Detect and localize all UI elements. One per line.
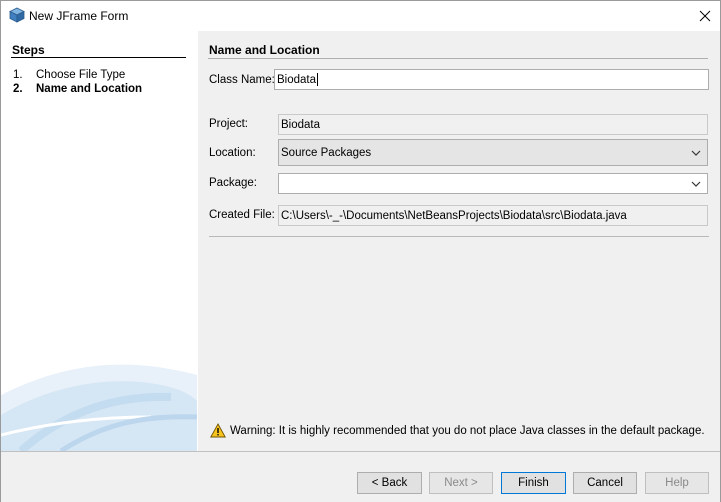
chevron-down-icon bbox=[691, 181, 701, 187]
steps-divider bbox=[11, 57, 186, 58]
step-name-and-location: 2. Name and Location bbox=[13, 83, 142, 95]
warning-text: Warning: It is highly recommended that y… bbox=[230, 424, 705, 437]
step-number: 2. bbox=[13, 83, 23, 95]
panel-heading: Name and Location bbox=[209, 43, 320, 57]
warning-triangle-icon bbox=[210, 423, 226, 438]
next-button[interactable]: Next > bbox=[429, 472, 493, 494]
chevron-down-icon bbox=[691, 150, 701, 156]
project-field: Biodata bbox=[278, 114, 708, 135]
created-file-value: C:\Users\-_-\Documents\NetBeansProjects\… bbox=[281, 209, 627, 222]
class-name-label: Class Name: bbox=[209, 74, 275, 86]
created-file-field: C:\Users\-_-\Documents\NetBeansProjects\… bbox=[278, 205, 708, 226]
created-file-label: Created File: bbox=[209, 209, 275, 221]
close-icon bbox=[699, 10, 711, 22]
new-jframe-form-dialog: New JFrame Form Steps 1. Choose File Type… bbox=[0, 0, 721, 502]
window-title: New JFrame Form bbox=[29, 9, 129, 23]
help-button[interactable]: Help bbox=[645, 472, 709, 494]
step-number: 1. bbox=[13, 69, 23, 81]
package-label: Package: bbox=[209, 177, 257, 189]
project-label: Project: bbox=[209, 118, 248, 130]
project-value: Biodata bbox=[281, 118, 321, 131]
location-select[interactable]: Source Packages bbox=[278, 139, 708, 166]
decorative-swoosh-graphic bbox=[1, 364, 197, 451]
finish-button[interactable]: Finish bbox=[501, 472, 566, 494]
step-label: Choose File Type bbox=[36, 69, 126, 81]
title-bar: New JFrame Form bbox=[1, 1, 720, 31]
name-and-location-panel: Name and Location Class Name: Biodata Pr… bbox=[198, 31, 720, 451]
cancel-button[interactable]: Cancel bbox=[573, 472, 637, 494]
package-select[interactable] bbox=[278, 173, 708, 194]
close-button[interactable] bbox=[690, 1, 720, 31]
location-value: Source Packages bbox=[281, 146, 372, 159]
steps-panel: Steps 1. Choose File Type 2. Name and Loca… bbox=[1, 31, 197, 451]
class-name-input[interactable]: Biodata bbox=[274, 69, 709, 90]
netbeans-cube-icon bbox=[9, 7, 25, 23]
warning-message: Warning: It is highly recommended that y… bbox=[210, 423, 705, 438]
button-bar: < Back Next > Finish Cancel Help bbox=[1, 451, 720, 502]
heading-divider bbox=[208, 58, 708, 59]
steps-heading: Steps bbox=[12, 43, 45, 57]
form-separator bbox=[209, 236, 709, 237]
back-button[interactable]: < Back bbox=[357, 472, 422, 494]
step-label: Name and Location bbox=[36, 83, 143, 95]
location-label: Location: bbox=[209, 147, 256, 159]
step-choose-file-type: 1. Choose File Type bbox=[13, 69, 125, 81]
class-name-value: Biodata bbox=[277, 73, 317, 86]
